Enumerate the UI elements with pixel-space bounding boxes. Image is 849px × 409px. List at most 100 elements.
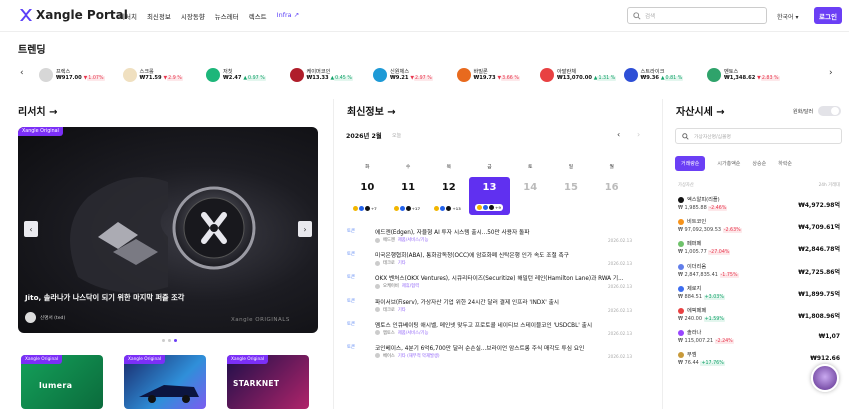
news-item[interactable]: 토큰 OKX 벤처스(OKX Ventures), 시큐리타이즈(Securiti… — [347, 273, 632, 296]
tab-volume[interactable]: 거래량순 — [675, 156, 706, 171]
news-title[interactable]: 코인베이스, 4분기 6억6,700만 달러 순손실...브라이언 암스트롱 주… — [375, 343, 627, 352]
source-logo-icon — [375, 307, 380, 313]
assets-title[interactable]: 자산시세 → — [676, 103, 725, 118]
trending-item[interactable]: 스트라이크 ₩9.36 ▲0.81 % — [623, 68, 708, 82]
nav-newsletter[interactable]: 뉴스레터 — [215, 11, 239, 21]
calendar-day[interactable]: 16 — [591, 177, 632, 215]
news-source: 베이스 기타 (재무적 악재발생) — [375, 353, 440, 359]
language-select[interactable]: 한국어 ▾ — [777, 12, 799, 21]
news-item[interactable]: 토큰 코인베이스, 4분기 6억6,700만 달러 순손실...브라이언 암스트롱… — [347, 343, 632, 366]
day-event-icons: +17 — [393, 206, 420, 211]
event-coin-icon — [353, 206, 358, 211]
hero-next-button[interactable]: › — [298, 221, 312, 237]
asset-search-input[interactable]: 가상자산명/심볼명 — [675, 128, 842, 144]
calendar-next-icon[interactable]: › — [637, 130, 640, 139]
top-header: Xangle Portal 리서치 최신정보 시장동향 뉴스레터 렉스트 Inf… — [0, 0, 849, 32]
trending-price-row: ₩9.36 ▲0.81 % — [641, 75, 684, 82]
nav-infra[interactable]: Infra ↗ — [277, 11, 300, 21]
asset-volume: ₩1,899.75억 — [798, 290, 840, 298]
calendar-day-number: 16 — [604, 182, 619, 193]
today-button[interactable]: 오늘 — [392, 132, 401, 139]
asset-row[interactable]: 이더리움 ₩ 2,847,835.41 -1.75% ₩2,725.86억 — [678, 263, 840, 285]
news-category: 제품/서비스/기능 — [397, 238, 429, 243]
news-tag: 토큰 — [347, 275, 355, 281]
source-name: 베이스 — [383, 353, 395, 359]
tab-marketcap[interactable]: 시가총액순 — [717, 160, 740, 167]
latest-title[interactable]: 최신정보 → — [347, 103, 396, 118]
trending-next-icon[interactable]: › — [829, 68, 833, 78]
research-hero-card[interactable]: Xangle Original ‹ › Jito, 솔라나가 나스닥이 되기 위… — [18, 127, 318, 333]
page-dot[interactable] — [162, 339, 165, 342]
asset-row[interactable]: 페퍼페 ₩ 1,005.77 -27.04% ₩2,846.78억 — [678, 240, 840, 262]
trending-price-row: ₩71.59 ▼2.9 % — [140, 75, 183, 82]
search-input[interactable]: 검색 — [627, 7, 767, 24]
weekday: 일 — [568, 165, 574, 170]
hero-pagination[interactable] — [162, 339, 177, 342]
logo-text: Xangle Portal — [36, 8, 128, 22]
trending-item[interactable]: 아발란체 ₩13,070.00 ▲1.31 % — [540, 68, 624, 82]
trending-item[interactable]: 프렉스 ₩917.00 ▼1.07% — [39, 68, 123, 82]
nav-rex[interactable]: 렉스트 — [249, 11, 267, 21]
research-card[interactable]: Xangle Original lumera — [21, 355, 103, 409]
currency-toggle[interactable] — [818, 106, 841, 116]
calendar-day[interactable]: 15 — [551, 177, 592, 215]
calendar-day[interactable]: 11 +17 — [388, 177, 429, 215]
news-item[interactable]: 토큰 멤토스 인큐베이팅 애시벨, 메인넷 맞두고 프로토콜 네이티브 스테이블코… — [347, 320, 632, 343]
nav-latest[interactable]: 최신정보 — [147, 11, 171, 21]
calendar-day[interactable]: 12 +13 — [428, 177, 469, 215]
chat-avatar-button[interactable] — [811, 364, 839, 392]
asset-row[interactable]: 비트코인 ₩ 97,092,309.53 -2.63% ₩4,709.61억 — [678, 218, 840, 240]
research-card[interactable]: Xangle Original — [124, 355, 206, 409]
nav-market[interactable]: 시장동향 — [181, 11, 205, 21]
trending-item[interactable]: 멘토스 ₩1,348.62 ▼2.83 % — [707, 68, 791, 82]
day-event-icons: +9 — [475, 204, 503, 211]
research-title[interactable]: 리서치 → — [18, 103, 57, 118]
asset-name: 무엠 — [687, 352, 697, 359]
logo[interactable]: Xangle Portal — [19, 8, 128, 22]
trending-change: 0.97 % — [247, 76, 266, 82]
trending-prev-icon[interactable]: ‹ — [20, 68, 24, 78]
calendar-day[interactable]: 13 +9 — [469, 177, 510, 215]
trending-item-text: 스트라이크 ₩9.36 ▲0.81 % — [641, 69, 684, 82]
research-card[interactable]: Xangle Original STARKNET — [227, 355, 309, 409]
news-tag: 토큰 — [347, 252, 355, 258]
calendar-prev-icon[interactable]: ‹ — [617, 130, 620, 139]
trending-change: 1.07% — [87, 76, 105, 82]
asset-price: ₩ 97,092,309.53 — [678, 227, 722, 234]
calendar-day[interactable]: 10 +7 — [347, 177, 388, 215]
news-item[interactable]: 토큰 에드젠(Edgen), 자율형 AI 투자 시스템 출시...50만 사용자… — [347, 227, 632, 250]
trending-item[interactable]: 신원체스 ₩9.21 ▼2.97 % — [373, 68, 457, 82]
hero-prev-button[interactable]: ‹ — [24, 221, 38, 237]
trending-item[interactable]: 저칫 ₩2.47 ▲0.97 % — [206, 68, 290, 82]
login-button[interactable]: 로그인 — [814, 7, 842, 24]
asset-row[interactable]: 엑스알피(리플) ₩ 1,985.88 -2.46% ₩4,972.98억 — [678, 196, 840, 218]
coin-logo-icon — [678, 330, 684, 337]
asset-row[interactable]: 제로지 ₩ 884.51 +3.03% ₩1,899.75억 — [678, 285, 840, 307]
coin-icon — [39, 68, 53, 82]
trending-change: 2.83 % — [760, 76, 780, 82]
nav-research[interactable]: 리서치 — [119, 11, 137, 21]
trending-item[interactable]: 바빌론 ₩19.73 ▼3.66 % — [456, 68, 541, 82]
news-title[interactable]: 에드젠(Edgen), 자율형 AI 투자 시스템 출시...50만 사용자 돌… — [375, 227, 627, 236]
calendar-day[interactable]: 14 — [510, 177, 551, 215]
page-dot-active[interactable] — [174, 339, 177, 342]
trending-price-row: ₩917.00 ▼1.07% — [56, 75, 105, 82]
news-title[interactable]: OKX 벤처스(OKX Ventures), 시큐리타이즈(Securitize… — [375, 273, 627, 282]
tab-gainers[interactable]: 상승순 — [752, 160, 766, 167]
asset-row[interactable]: 솔라나 ₩ 115,007.21 -2.24% ₩1,07 — [678, 329, 840, 351]
news-title[interactable]: 멤토스 인큐베이팅 애시벨, 메인넷 맞두고 프로토콜 네이티브 스테이블코인 … — [375, 320, 627, 329]
news-item[interactable]: 토큰 미국은행협회(ABA), 통화감독청(OCC)에 암호화폐 신탁은행 인가 … — [347, 250, 632, 273]
news-title[interactable]: 파이서브(Fiserv), 가상자산 기업 위한 24시간 달러 결제 인프라 … — [375, 297, 627, 306]
asset-name: 제로지 — [687, 285, 702, 292]
page-dot[interactable] — [168, 339, 171, 342]
tab-losers[interactable]: 하락순 — [778, 160, 792, 167]
asset-row[interactable]: 에픽페페 ₩ 240.00 +1.59% ₩1,808.96억 — [678, 307, 840, 329]
trending-item[interactable]: 스크롤 ₩71.59 ▼2.9 % — [122, 68, 207, 82]
news-title[interactable]: 미국은행협회(ABA), 통화감독청(OCC)에 암호화폐 신탁은행 인가 속도… — [375, 250, 627, 259]
source-name: 테크로 — [383, 261, 395, 267]
news-item[interactable]: 토큰 파이서브(Fiserv), 가상자산 기업 위한 24시간 달러 결제 인프… — [347, 297, 632, 320]
trending-item[interactable]: 케이머코인 ₩13.33 ▲0.45 % — [289, 68, 374, 82]
trending-price-row: ₩13.33 ▲0.45 % — [307, 75, 353, 82]
calendar-day-number: 10 — [360, 182, 375, 193]
news-tag: 토큰 — [347, 298, 355, 304]
